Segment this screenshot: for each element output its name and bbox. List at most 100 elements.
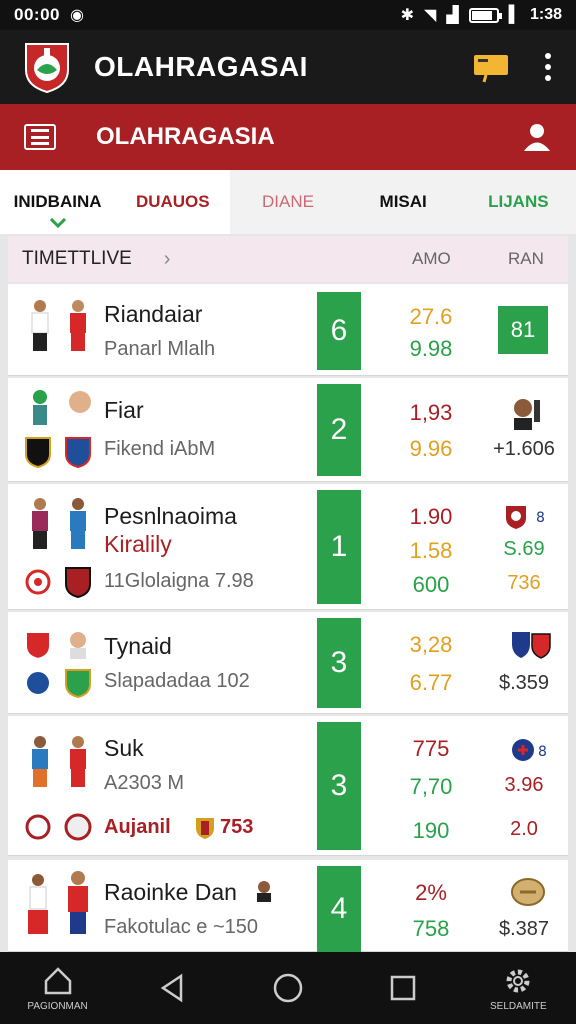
list-item[interactable]: Tynaid Slapadadaa 102 3 3,28 6.77 $.359 [8, 612, 568, 714]
team-badge-icon [25, 813, 92, 841]
list-item[interactable]: Suk A2303 M Aujanil 753 3 775 7,70 190 8… [8, 716, 568, 856]
nav-settings-button[interactable]: SELDAMITE [473, 965, 563, 1012]
status-time: 00:00 [14, 5, 60, 24]
list-header[interactable]: TIMETTLIVE › AMO RAN [8, 236, 568, 282]
back-icon [160, 973, 183, 1003]
app-logo [25, 43, 69, 94]
match-title: Suk [104, 735, 144, 761]
circle-icon [273, 973, 303, 1003]
team-badge-icon [25, 437, 91, 468]
team-score: 753 [220, 816, 254, 838]
nav-home-label: PAGIONMAN [27, 1000, 88, 1012]
players-icon [33, 390, 91, 425]
team-badge-icon: 8 [512, 739, 547, 761]
rank-badge: 1 [317, 490, 361, 604]
right-value: 3.96 [504, 774, 544, 796]
signal-icon-2: ▌ [508, 6, 520, 23]
tab-label: INIDBAINA [13, 192, 102, 211]
menu-icon[interactable] [24, 124, 56, 150]
match-title: Fiar [104, 397, 144, 423]
tab-label: DIANE [261, 192, 314, 211]
odd-value: 27.6 [409, 304, 453, 329]
tab-selected-indicator-icon [49, 218, 66, 228]
tab-2[interactable]: DIANE [230, 170, 346, 234]
team-badge-icon [512, 632, 551, 659]
nav-home-circle-button[interactable] [243, 972, 333, 1004]
list-item[interactable]: Riandaiar Panarl Mlalh 6 27.6 9.98 81 [8, 284, 568, 376]
players-icon [32, 736, 86, 787]
right-value: +1.606 [493, 438, 555, 460]
players-icon [32, 498, 86, 549]
nav-back-button[interactable] [128, 972, 218, 1004]
signal-icon: ▟ [446, 7, 459, 24]
list-item[interactable]: Raoinke Dan Fakotulac e ~150 4 2% 758 $.… [8, 860, 568, 952]
odd-value: 775 [412, 736, 450, 761]
tab-3[interactable]: MISAI [345, 170, 461, 234]
odd-value: 600 [412, 572, 450, 597]
odd-value: 1,93 [409, 400, 453, 425]
odd-value: 9.98 [409, 336, 453, 361]
match-title-secondary: Kiralily [104, 531, 172, 557]
gear-icon [506, 969, 530, 992]
match-title: Riandaiar [104, 301, 203, 327]
overflow-menu-icon[interactable] [542, 53, 554, 81]
battery-icon [468, 7, 502, 23]
odd-value: 190 [412, 818, 450, 843]
odd-value: 2% [415, 880, 447, 905]
player-avatar-icon [257, 881, 271, 902]
players-icon [28, 871, 88, 934]
trophy-icon [511, 878, 545, 906]
right-value: $.359 [498, 672, 550, 694]
wifi-icon: ◥ [424, 7, 437, 24]
right-value: $.387 [498, 918, 550, 940]
section-title: OLAHRAGASIA [96, 123, 275, 150]
chevron-right-icon: › [163, 247, 171, 270]
right-value: 2.0 [510, 818, 538, 840]
tab-0[interactable]: INIDBAINA [0, 170, 115, 234]
app-title: OLAHRAGASAI [94, 51, 308, 82]
team-badge-icon: 8 [506, 506, 545, 529]
odd-value: 1.90 [409, 504, 453, 529]
app-bar: OLAHRAGASAI [0, 30, 576, 104]
rank-badge: 6 [317, 292, 361, 370]
match-subtitle: Slapadadaa 102 [104, 670, 250, 692]
column-header-2: RAN [508, 249, 544, 268]
nav-home-button[interactable]: PAGIONMAN [13, 965, 103, 1012]
list-item[interactable]: Pesnlnaoima Kiralily 11Glolaigna 7.98 1 … [8, 484, 568, 610]
navigation-bar: PAGIONMAN SELDAMITE [0, 952, 576, 1024]
tab-bar: INIDBAINA DUAUOS DIANE MISAI LIJANS [0, 170, 576, 234]
home-icon [44, 966, 71, 994]
match-title: Raoinke Dan [104, 879, 237, 905]
list-item[interactable]: Fiar Fikend iAbM 2 1,93 9.96 +1.606 [8, 378, 568, 482]
svg-text:8: 8 [538, 744, 547, 760]
odd-value: 6.77 [409, 670, 453, 695]
odd-value: 1.58 [409, 538, 453, 563]
rank-badge: 3 [317, 618, 361, 708]
tab-4[interactable]: LIJANS [460, 170, 576, 234]
match-subtitle: Panarl Mlalh [104, 338, 216, 360]
match-subtitle: Fakotulac e ~150 [104, 916, 258, 938]
square-icon [390, 975, 416, 1001]
tab-1[interactable]: DUAUOS [115, 170, 230, 234]
score-box: 81 [498, 306, 548, 354]
odd-value: 758 [412, 916, 450, 941]
section-bar: OLAHRAGASIA [0, 104, 576, 170]
match-title: Pesnlnaoima [104, 503, 237, 529]
right-value: S.69 [503, 538, 545, 560]
tab-label: DUAUOS [135, 192, 210, 211]
nav-recents-button[interactable] [358, 972, 448, 1004]
odd-value: 9.96 [409, 436, 453, 461]
notification-icon: ◉ [69, 7, 84, 24]
right-value: 736 [507, 572, 541, 594]
team-badge-icon [25, 669, 91, 698]
tab-label: MISAI [379, 192, 427, 211]
odd-value: 7,70 [409, 774, 453, 799]
svg-text:8: 8 [536, 510, 545, 526]
user-icon[interactable] [522, 122, 552, 152]
team-badge-icon [25, 567, 91, 598]
ticket-icon[interactable] [472, 51, 510, 83]
match-subtitle: A2303 M [104, 772, 185, 794]
players-icon [31, 300, 86, 351]
match-subtitle: Fikend iAbM [104, 438, 216, 460]
team-name: Aujanil [104, 816, 171, 838]
